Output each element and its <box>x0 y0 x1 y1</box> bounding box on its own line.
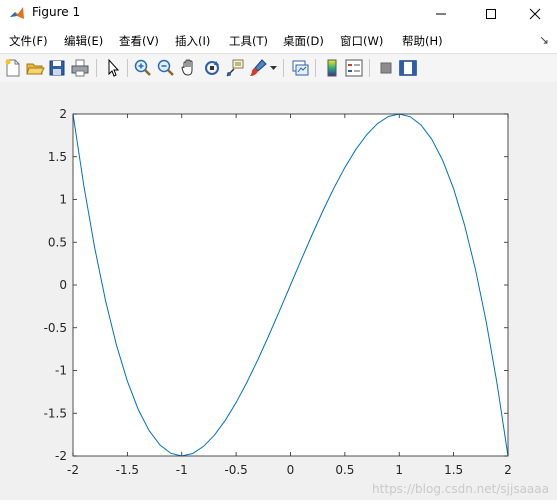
close-button[interactable] <box>512 0 557 27</box>
brush-dropdown-icon[interactable] <box>270 65 277 71</box>
toolbar-separator <box>283 59 284 77</box>
menu-desktop[interactable]: 桌面(D) <box>283 33 324 49</box>
data-cursor-icon[interactable] <box>225 58 245 78</box>
show-plot-tools-icon[interactable] <box>398 58 418 78</box>
x-tick-label: -1 <box>176 463 188 477</box>
link-plot-icon[interactable] <box>290 58 310 78</box>
toolbar-separator <box>315 59 316 77</box>
menu-insert[interactable]: 插入(I) <box>175 33 210 49</box>
x-tick-label: 1.5 <box>444 463 463 477</box>
select-arrow-icon[interactable] <box>103 58 123 78</box>
y-tick-label: -1.5 <box>44 406 67 420</box>
menu-window[interactable]: 窗口(W) <box>340 33 383 49</box>
save-icon[interactable] <box>47 58 67 78</box>
print-icon[interactable] <box>70 58 90 78</box>
brush-icon[interactable] <box>248 58 268 78</box>
close-icon <box>529 8 541 19</box>
colorbar-icon[interactable] <box>322 58 342 78</box>
maximize-icon <box>486 8 496 19</box>
title-bar: Figure 1 <box>0 0 557 27</box>
zoom-in-icon[interactable] <box>133 58 153 78</box>
x-tick-label: 0.5 <box>335 463 354 477</box>
toolbar-separator <box>369 59 370 77</box>
x-tick-label: -2 <box>67 463 79 477</box>
y-tick-label: 1 <box>59 193 67 207</box>
y-tick-label: -2 <box>55 449 67 463</box>
rotate-3d-icon[interactable] <box>202 58 222 78</box>
open-file-icon[interactable] <box>25 58 45 78</box>
legend-icon[interactable] <box>344 58 364 78</box>
x-tick-label: 0 <box>287 463 295 477</box>
menu-view[interactable]: 查看(V) <box>119 33 159 49</box>
minimize-icon <box>436 13 446 14</box>
window-title: Figure 1 <box>32 5 81 19</box>
matlab-logo-icon <box>9 5 25 21</box>
menu-help[interactable]: 帮助(H) <box>402 33 443 49</box>
menu-file[interactable]: 文件(F) <box>9 33 48 49</box>
y-tick-label: 1.5 <box>48 150 67 164</box>
x-tick-label: -1.5 <box>116 463 139 477</box>
x-tick-label: 1 <box>395 463 403 477</box>
toolbar-separator <box>127 59 128 77</box>
x-tick-label: -0.5 <box>224 463 247 477</box>
pan-hand-icon[interactable] <box>179 58 199 78</box>
y-tick-label: 0 <box>59 278 67 292</box>
new-figure-icon[interactable] <box>3 58 23 78</box>
watermark-text: https://blog.csdn.net/sjjsaaaa <box>372 482 549 496</box>
y-tick-label: -1 <box>55 364 67 378</box>
toolbar-separator <box>96 59 97 77</box>
x-tick-label: 2 <box>504 463 512 477</box>
menu-edit[interactable]: 编辑(E) <box>64 33 103 49</box>
figure-canvas: -2 -1.5 -1 -0.5 0 0.5 1 1.5 2 2 1.5 1 0.5 0 -0.5 -1 -1.5… <box>0 82 557 500</box>
y-tick-label: 0.5 <box>48 235 67 249</box>
figure-toolbar <box>0 53 557 83</box>
y-tick-label: 2 <box>59 107 67 121</box>
plot-area[interactable]: -2 -1.5 -1 -0.5 0 0.5 1 1.5 2 2 1.5 1 0.5 0 -0.5 -1 -1.5… <box>0 82 557 500</box>
dock-arrow-icon[interactable]: ↘ <box>539 33 549 47</box>
minimize-button[interactable] <box>418 0 464 27</box>
zoom-out-icon[interactable] <box>156 58 176 78</box>
y-tick-label: -0.5 <box>44 321 67 335</box>
hide-plot-tools-icon[interactable] <box>376 58 396 78</box>
maximize-button[interactable] <box>468 0 514 27</box>
menu-bar: 文件(F) 编辑(E) 查看(V) 插入(I) 工具(T) 桌面(D) 窗口(W… <box>0 27 557 53</box>
menu-tools[interactable]: 工具(T) <box>229 33 268 49</box>
